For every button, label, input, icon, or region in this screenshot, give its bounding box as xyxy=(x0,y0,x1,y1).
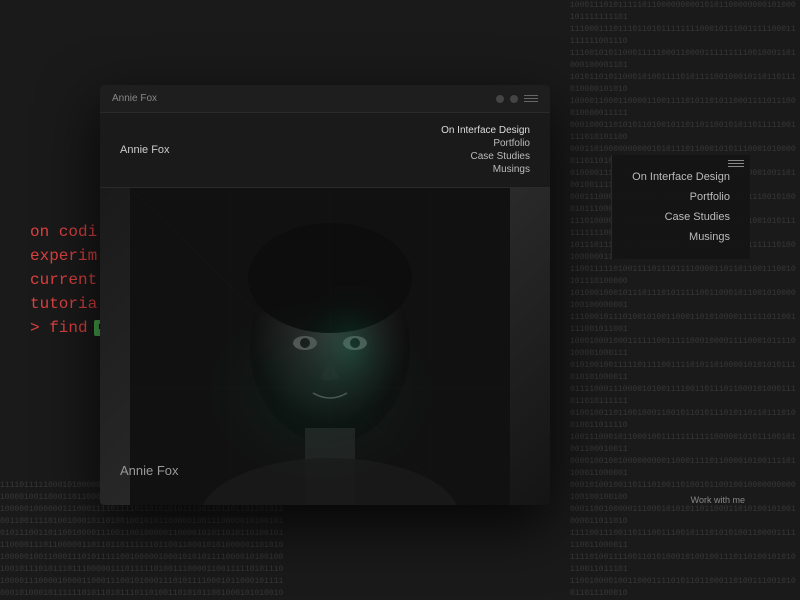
hamburger-icon[interactable] xyxy=(728,160,744,167)
browser-window: Annie Fox Annie Fox On Interface Design … xyxy=(100,85,550,505)
site-nav: On Interface Design Portfolio Case Studi… xyxy=(441,125,530,175)
hamburger-line-3 xyxy=(728,166,744,167)
floating-nav-case-studies[interactable]: Case Studies xyxy=(632,211,730,223)
portrait xyxy=(130,188,510,505)
window-control-2[interactable] xyxy=(510,95,518,103)
browser-titlebar: Annie Fox xyxy=(100,85,550,113)
floating-nav-interface[interactable]: On Interface Design xyxy=(632,171,730,183)
floating-nav-panel: On Interface Design Portfolio Case Studi… xyxy=(611,155,750,259)
menu-icon[interactable] xyxy=(524,95,538,102)
terminal-find-text: > find xyxy=(30,316,88,340)
portrait-svg xyxy=(130,188,510,505)
nav-link-musings[interactable]: Musings xyxy=(493,164,530,175)
site-header: Annie Fox On Interface Design Portfolio … xyxy=(100,113,550,188)
site-logo: Annie Fox xyxy=(120,144,170,156)
hamburger-line-1 xyxy=(728,160,744,161)
menu-line-1 xyxy=(524,95,538,96)
browser-title: Annie Fox xyxy=(112,93,157,104)
hero-area: Annie Fox Work with me Designer Coder xyxy=(100,188,550,505)
menu-line-3 xyxy=(524,101,538,102)
portrait-face xyxy=(130,188,510,505)
floating-nav-musings[interactable]: Musings xyxy=(632,231,730,243)
window-control-1[interactable] xyxy=(496,95,504,103)
nav-link-portfolio[interactable]: Portfolio xyxy=(493,138,530,149)
floating-nav-portfolio[interactable]: Portfolio xyxy=(632,191,730,203)
menu-line-2 xyxy=(524,98,538,99)
work-with-me-outer[interactable]: Work with me xyxy=(691,495,745,505)
nav-link-case-studies[interactable]: Case Studies xyxy=(471,151,530,162)
binary-background-right: 1000111010111110110000000001010110000000… xyxy=(570,0,800,600)
hero-name: Annie Fox xyxy=(120,463,179,478)
nav-link-interface[interactable]: On Interface Design xyxy=(441,125,530,136)
hamburger-line-2 xyxy=(728,163,744,164)
browser-controls xyxy=(496,95,538,103)
